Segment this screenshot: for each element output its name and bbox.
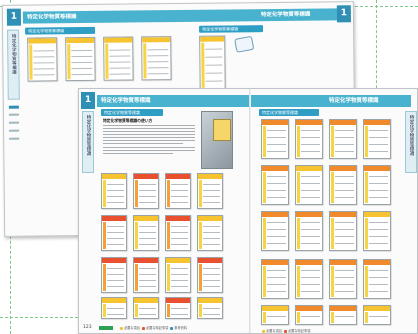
header-title-right: 特定化学物質等標識 [329, 98, 379, 104]
article-heading: 特定化学物質等標識の使い方 [103, 118, 153, 123]
sign-thumbnail-icon [295, 119, 323, 159]
section-heading-right: 特定化学物質等標識 [202, 26, 239, 32]
chapter-number: 1 [6, 8, 22, 26]
index-marker [8, 113, 19, 116]
header-title: 特定化学物質等標識 [26, 14, 77, 21]
sign-thumbnail-icon [197, 173, 223, 209]
sign-thumbnail-icon [363, 211, 391, 251]
index-marker [9, 137, 20, 140]
sign-thumbnail-icon [101, 215, 127, 251]
sign-thumbnail-icon [65, 36, 96, 82]
sign-thumbnail-icon [329, 305, 357, 325]
sign-thumbnail-icon [261, 305, 289, 325]
index-marker [9, 121, 20, 124]
spine-label-right: 特定化学物質等標識 [409, 115, 414, 156]
section-heading-right: 特定化学物質等標識 [262, 110, 298, 115]
sign-thumbnail-icon [133, 257, 159, 293]
sign-thumbnail-icon [165, 297, 191, 319]
footer-legend: 必要な項目 必要な特記事項 参考資料 [119, 325, 187, 330]
sign-thumbnail-icon [363, 165, 391, 205]
sign-thumbnail-icon [295, 211, 323, 251]
catalog-spread-front: 1 特定化学物質等標識 特定化学物質等標識 特定化学物質等標識 特定化学物質等標… [78, 88, 418, 334]
approval-stamp-icon [234, 35, 255, 53]
header-title: 特定化学物質等標識 [101, 98, 151, 104]
sign-thumbnail-icon [101, 297, 127, 319]
sign-thumbnail-icon [133, 215, 159, 251]
sign-thumbnail-icon [199, 35, 226, 90]
sign-photo-overlay [213, 119, 231, 141]
sign-thumbnail-icon [363, 119, 391, 159]
footer-legend-right: 必要な項目 必要な特記事項 [261, 328, 310, 333]
legend-item: 必要な特記事項 [145, 326, 169, 330]
spine-label: 特定化学物質等標識 [11, 33, 17, 75]
sign-thumbnail-icon [133, 173, 159, 209]
sign-thumbnail-icon [27, 37, 58, 82]
sign-thumbnail-icon [363, 305, 391, 325]
index-marker [9, 129, 20, 132]
sign-thumbnail-icon [329, 259, 357, 299]
sign-thumbnail-icon [101, 257, 127, 293]
side-index-tab-right: 特定化学物質等標識 [405, 111, 417, 173]
side-index-tab: 特定化学物質等標識 [82, 111, 94, 173]
section-heading: 特定化学物質等標識 [104, 110, 140, 115]
chapter-number-right: 1 [336, 5, 351, 23]
legend-item: 必要な項目 [124, 326, 140, 330]
sign-thumbnail-icon [295, 165, 323, 205]
sign-thumbnail-icon [363, 259, 391, 299]
sign-thumbnail-icon [261, 165, 289, 205]
section-heading: 特定化学物質等標識 [28, 28, 65, 34]
legend-item: 必要な項目 [266, 329, 282, 333]
book-spine [249, 89, 251, 333]
page-number: 123 [83, 325, 92, 330]
sign-thumbnail-icon [295, 259, 323, 299]
sign-thumbnail-icon [261, 119, 289, 159]
sign-thumbnail-icon [103, 36, 134, 81]
chapter-number: 1 [81, 92, 95, 109]
sign-thumbnail-icon [197, 257, 223, 293]
sign-thumbnail-icon [197, 215, 223, 251]
header-title-right: 特定化学物質等標識 [260, 11, 311, 19]
legend-item: 参考資料 [174, 326, 188, 330]
sign-thumbnail-icon [165, 257, 191, 293]
sign-thumbnail-icon [329, 211, 357, 251]
sign-thumbnail-icon [141, 36, 172, 81]
publisher-logo-icon [99, 326, 113, 330]
sign-thumbnail-icon [165, 173, 191, 209]
sign-thumbnail-icon [329, 165, 357, 205]
index-marker-active [8, 105, 19, 109]
sign-thumbnail-icon [329, 119, 357, 159]
sign-thumbnail-icon [197, 297, 223, 319]
sign-thumbnail-icon [295, 305, 323, 325]
sign-thumbnail-icon [261, 259, 289, 299]
sign-thumbnail-icon [133, 297, 159, 319]
sign-thumbnail-icon [261, 211, 289, 251]
spine-label: 特定化学物質等標識 [86, 115, 91, 156]
side-index-tab: 特定化学物質等標識 [7, 29, 20, 100]
legend-item: 必要な特記事項 [287, 329, 311, 333]
sign-thumbnail-icon [165, 215, 191, 251]
sign-thumbnail-icon [101, 173, 127, 209]
